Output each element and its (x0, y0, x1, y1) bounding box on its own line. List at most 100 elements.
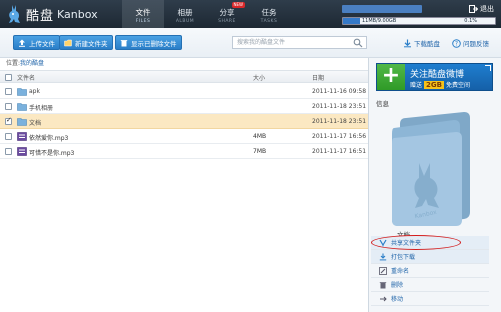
action-label: 重命名 (391, 268, 410, 275)
trash-icon (120, 39, 128, 46)
file-list: 文件名 大小 日期 apk 2011-11-16 09:58 手机相册 2011-11… (0, 70, 368, 312)
file-list-header: 文件名 大小 日期 (0, 70, 368, 83)
logo-text-en: Kanbox (57, 7, 98, 21)
action-label: 打包下载 (391, 254, 416, 261)
file-size: 4MB (253, 133, 267, 140)
promo-pre: 赠送 (410, 82, 423, 89)
logout-icon (469, 5, 478, 13)
weibo-promo-banner[interactable]: + 关注酷盘微博 赠送 2GB 免费空间 (376, 63, 493, 91)
tab-share[interactable]: NEW 分享 SHARE (206, 0, 248, 28)
top-header: 酷盘 Kanbox 文件 FILES 相册 ALBUM NEW 分享 SHARE… (0, 0, 501, 28)
file-size: 7MB (253, 148, 267, 155)
table-row[interactable]: 文档 2011-11-18 23:51 (0, 114, 368, 129)
file-name[interactable]: apk (29, 88, 40, 95)
row-checkbox[interactable] (5, 133, 12, 140)
action-label: 删除 (391, 282, 404, 289)
storage-percent-text: 0.1% (464, 18, 477, 24)
breadcrumb: 位置:我的酷盘 (6, 58, 44, 70)
move-action[interactable]: 移动 (371, 292, 489, 306)
file-name[interactable]: 手机相册 (29, 103, 53, 112)
annotation-circle (371, 235, 461, 250)
storage-used-text: 11MB/9.00GB (362, 18, 397, 24)
tab-label: 文件 (135, 8, 151, 17)
tab-files[interactable]: 文件 FILES (122, 0, 164, 28)
table-row[interactable]: 可惜不是你.mp3 7MB 2011-11-17 16:51 (0, 144, 368, 159)
help-icon: ? (452, 38, 461, 48)
show-deleted-button[interactable]: 显示已删除文件 (115, 35, 182, 50)
show-deleted-label: 显示已删除文件 (131, 39, 177, 48)
delete-action[interactable]: 删除 (371, 278, 489, 292)
help-feedback-label: 问题反馈 (463, 40, 489, 48)
tab-sublabel: FILES (135, 19, 151, 24)
download-icon (379, 253, 387, 260)
tab-tasks[interactable]: 任务 TASKS (248, 0, 290, 28)
banner-corner-icon (485, 65, 491, 71)
row-checkbox[interactable] (5, 148, 12, 155)
main-nav: 文件 FILES 相册 ALBUM NEW 分享 SHARE 任务 TASKS (122, 0, 290, 28)
tab-label: 相册 (177, 8, 193, 17)
logout-label: 退出 (480, 5, 494, 13)
file-date: 2011-11-17 16:51 (312, 148, 367, 155)
logo-text-cn: 酷盘 (26, 8, 55, 24)
new-folder-button[interactable]: 新建文件夹 (59, 35, 113, 50)
delete-icon (379, 281, 387, 288)
promo-title: 关注酷盘微博 (410, 70, 465, 80)
download-client-label: 下载酷盘 (414, 40, 440, 48)
storage-quota-bar: 11MB/9.00GB 0.1% (342, 17, 496, 25)
promo-post: 免费空间 (445, 82, 470, 89)
select-all-checkbox[interactable] (5, 74, 12, 81)
file-date: 2011-11-17 16:56 (312, 133, 367, 140)
promo-gb: 2GB (424, 80, 444, 89)
move-icon (380, 296, 387, 301)
promo-subtitle: 赠送 2GB 免费空间 (410, 80, 470, 89)
rename-action[interactable]: 重命名 (371, 264, 489, 278)
row-checkbox[interactable] (5, 103, 12, 110)
breadcrumb-current[interactable]: 我的酷盘 (20, 60, 44, 67)
svg-text:?: ? (455, 40, 458, 47)
upload-label: 上传文件 (29, 39, 55, 48)
audio-file-icon (17, 132, 27, 141)
search-icon[interactable] (353, 38, 363, 48)
new-folder-label: 新建文件夹 (75, 39, 108, 48)
info-heading: 信息 (376, 100, 389, 108)
upload-button[interactable]: 上传文件 (13, 35, 60, 50)
breadcrumb-prefix: 位置: (6, 60, 21, 67)
folder-icon (17, 118, 27, 126)
tab-sublabel: SHARE (218, 19, 236, 24)
folder-icon (17, 103, 27, 111)
storage-quota-fill (343, 18, 361, 24)
toolbar: 上传文件 新建文件夹 显示已删除文件 下载酷盘 ? 问题反馈 (0, 28, 501, 58)
search-input[interactable] (233, 37, 353, 48)
file-date: 2011-11-18 23:51 (312, 118, 367, 125)
audio-file-icon (17, 147, 27, 156)
column-header-date[interactable]: 日期 (312, 73, 324, 82)
large-folder-icon: Kanbox (392, 112, 470, 226)
column-header-name[interactable]: 文件名 (17, 73, 35, 82)
table-row[interactable]: apk 2011-11-16 09:58 (0, 84, 368, 99)
account-name-redacted[interactable] (342, 5, 422, 13)
table-row[interactable]: 手机相册 2011-11-18 23:51 (0, 99, 368, 114)
row-checkbox[interactable] (5, 116, 12, 125)
kanbox-logo[interactable]: 酷盘 Kanbox (6, 4, 98, 24)
table-row[interactable]: 依然爱你.mp3 4MB 2011-11-17 16:56 (0, 129, 368, 144)
tab-sublabel: TASKS (260, 19, 278, 24)
folder-icon (17, 88, 27, 96)
file-name[interactable]: 可惜不是你.mp3 (29, 148, 74, 157)
tab-album[interactable]: 相册 ALBUM (164, 0, 206, 28)
column-header-size[interactable]: 大小 (253, 73, 265, 82)
help-feedback-link[interactable]: ? 问题反馈 (452, 38, 489, 48)
file-date: 2011-11-18 23:51 (312, 103, 367, 110)
tab-label: 任务 (261, 8, 277, 17)
search-box (232, 36, 367, 49)
kangaroo-mascot-icon (9, 5, 20, 23)
file-name[interactable]: 依然爱你.mp3 (29, 133, 68, 142)
download-client-link[interactable]: 下载酷盘 (403, 38, 440, 48)
new-folder-icon (64, 39, 72, 46)
logout-button[interactable]: 退出 (469, 4, 494, 14)
new-badge: NEW (231, 2, 245, 8)
tab-sublabel: ALBUM (175, 19, 195, 24)
file-name[interactable]: 文档 (29, 118, 41, 127)
row-checkbox[interactable] (5, 88, 12, 95)
pack-download-action[interactable]: 打包下载 (371, 250, 489, 264)
upload-icon (19, 39, 25, 47)
